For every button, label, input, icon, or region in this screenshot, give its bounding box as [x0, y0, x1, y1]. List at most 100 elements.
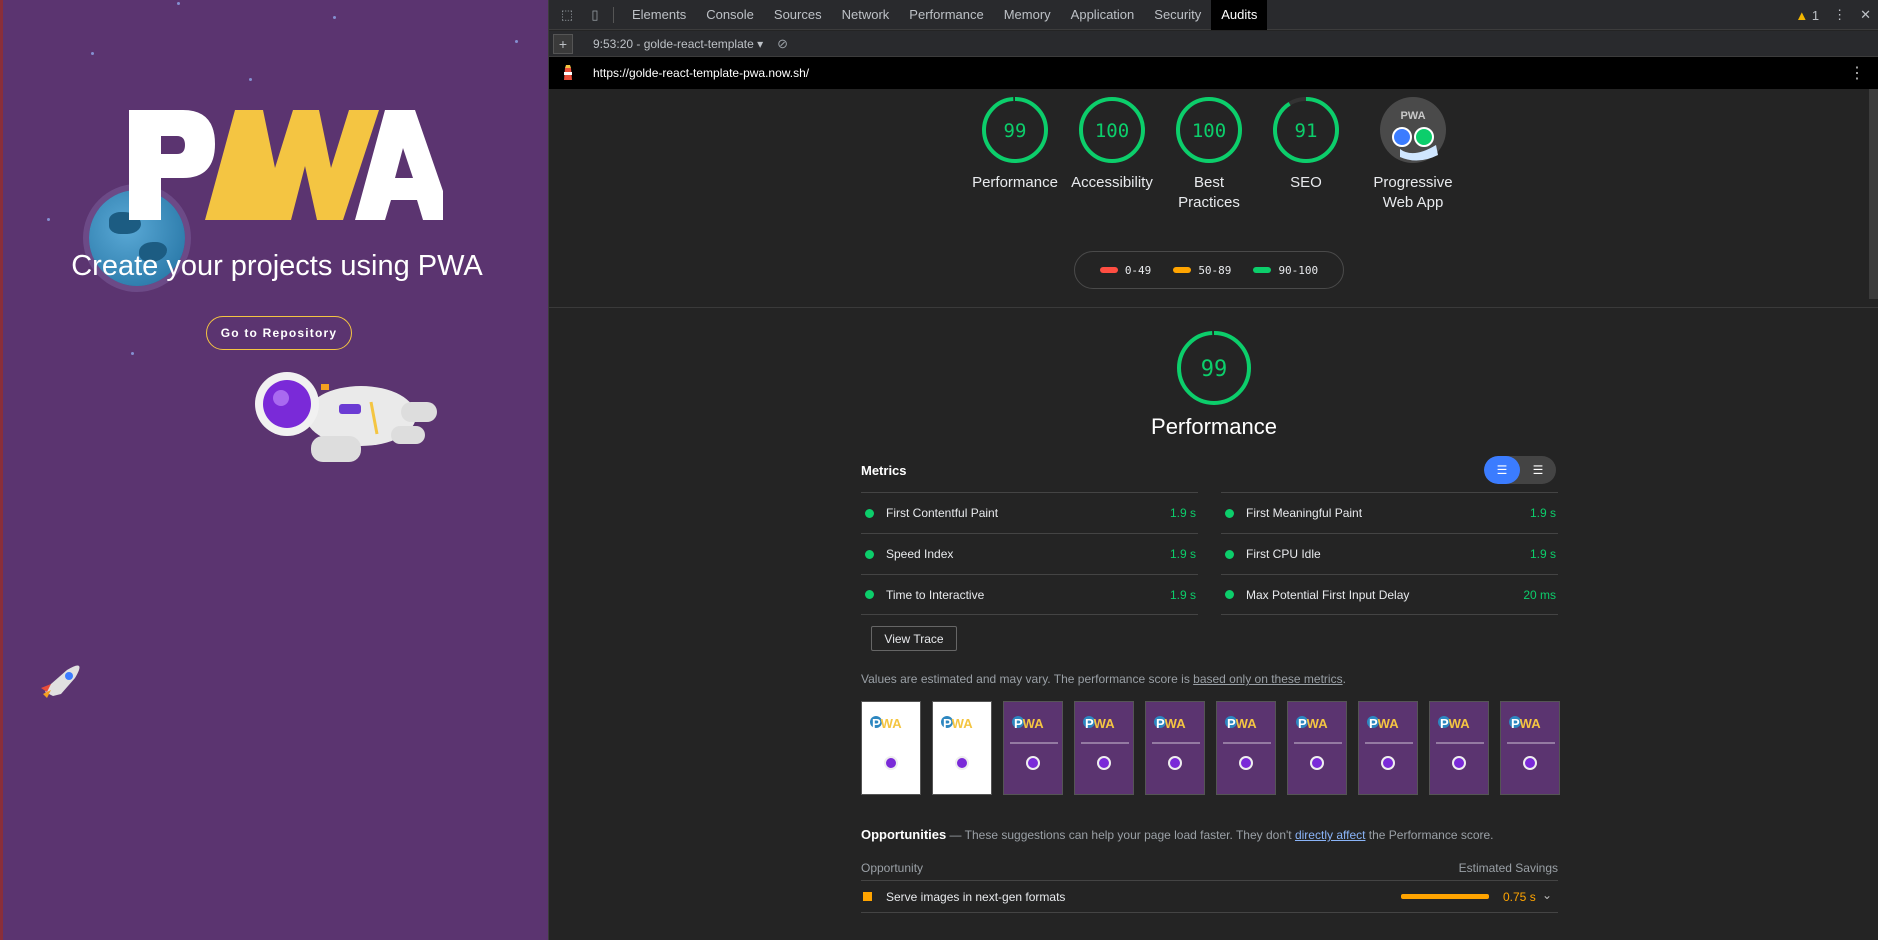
legend-label: 90-100 — [1278, 263, 1319, 277]
pass-dot-icon — [1225, 549, 1234, 559]
pass-dot-icon — [1225, 508, 1234, 518]
metric-value: 1.9 s — [1169, 506, 1196, 520]
tabbar-right: ▲ 1 ⋮ ✕ — [1795, 0, 1871, 30]
warnings-indicator[interactable]: ▲ 1 — [1795, 8, 1819, 23]
star — [91, 52, 94, 55]
audits-toolbar: + 9:53:20 - golde-react-template ▾ ⊘ — [549, 31, 1878, 57]
directly-affect-link[interactable]: directly affect — [1295, 828, 1365, 842]
metric-value: 1.9 s — [1169, 547, 1196, 561]
frame-logo: PWA — [1440, 716, 1470, 731]
metrics-link[interactable]: based only on these metrics — [1193, 672, 1342, 686]
report-menu-icon[interactable]: ⋮ — [1849, 63, 1865, 83]
metric-row: Max Potential First Input Delay 20 ms — [1221, 574, 1558, 615]
tab-audits[interactable]: Audits — [1211, 0, 1268, 30]
astronaut-illustration — [255, 372, 437, 462]
filmstrip-frame: PWA — [1358, 701, 1418, 795]
device-toolbar-icon[interactable]: ▯ — [585, 5, 605, 25]
frame-logo: PWA — [1014, 716, 1044, 731]
filmstrip-frame: PWA — [861, 701, 921, 795]
frame-tagline-line — [1081, 742, 1129, 744]
tab-console[interactable]: Console — [696, 0, 764, 30]
kebab-menu-icon[interactable]: ⋮ — [1833, 7, 1846, 23]
frame-astronaut — [1239, 756, 1253, 770]
opportunity-row[interactable]: Serve images in next-gen formats 0.75 s … — [861, 881, 1558, 913]
section-divider — [549, 307, 1878, 308]
compact-view-icon[interactable]: ☰ — [1484, 456, 1520, 484]
gauge-ring: 99 — [982, 97, 1048, 163]
gauge-ring: 99 — [1177, 331, 1251, 405]
gauge-label: Accessibility — [1071, 174, 1153, 191]
metric-value: 1.9 s — [1529, 506, 1556, 520]
warning-icon: ▲ — [1795, 7, 1809, 23]
audited-url[interactable]: https://golde-react-template-pwa.now.sh/ — [593, 66, 809, 80]
frame-tagline-line — [1365, 742, 1413, 744]
go-to-repository-button[interactable]: Go to Repository — [206, 316, 352, 350]
metrics-view-toggle[interactable]: ☰ ☰ — [1484, 456, 1556, 484]
frame-astronaut — [1168, 756, 1182, 770]
close-icon[interactable]: ✕ — [1860, 7, 1871, 23]
filmstrip-frame: PWA — [932, 701, 992, 795]
frame-logo: PWA — [1298, 716, 1328, 731]
inspect-element-icon[interactable]: ⬚ — [557, 5, 577, 25]
screen: Create your projects using PWA Go to Rep… — [0, 0, 1878, 940]
report-select[interactable]: 9:53:20 - golde-react-template ▾ — [593, 37, 763, 51]
gauge-ring: 91 — [1273, 97, 1339, 163]
gauge-performance[interactable]: 99 Performance — [970, 95, 1060, 193]
toolbar-divider — [613, 6, 614, 23]
gauge-value: 100 — [1192, 120, 1226, 142]
new-audit-button[interactable]: + — [553, 33, 573, 54]
tab-application[interactable]: Application — [1061, 0, 1145, 30]
tab-security[interactable]: Security — [1144, 0, 1211, 30]
metric-value: 20 ms — [1523, 587, 1556, 602]
pwa-badge-icon: PWA — [1380, 97, 1446, 163]
clear-icon[interactable]: ⊘ — [777, 36, 788, 52]
tab-sources[interactable]: Sources — [764, 0, 832, 30]
lighthouse-icon — [564, 65, 572, 80]
gauge-ring: 100 — [1079, 97, 1145, 163]
opportunities-header: Opportunities — These suggestions can he… — [861, 827, 1494, 842]
legend-swatch — [1099, 267, 1118, 273]
metrics-title: Metrics — [861, 463, 907, 478]
gauge-value: 91 — [1295, 120, 1318, 142]
pass-dot-icon — [865, 508, 874, 518]
chevron-down-icon[interactable]: ⌄ — [1542, 888, 1552, 902]
gauge-best-practices[interactable]: 100 Best Practices — [1164, 95, 1254, 213]
pass-dot-icon — [865, 549, 874, 559]
frame-tagline-line — [1223, 742, 1271, 744]
report-select-value: 9:53:20 - golde-react-template — [593, 36, 754, 51]
frame-astronaut — [955, 756, 969, 770]
expanded-view-icon[interactable]: ☰ — [1520, 456, 1556, 484]
gauge-accessibility[interactable]: 100 Accessibility — [1067, 95, 1157, 193]
filmstrip-frame: PWA — [1500, 701, 1560, 795]
scrollbar[interactable] — [1869, 89, 1878, 299]
frame-astronaut — [1381, 756, 1395, 770]
filmstrip-frame: PWA — [1429, 701, 1489, 795]
metric-name: Max Potential First Input Delay — [1246, 587, 1410, 602]
gauge-value: 99 — [1004, 120, 1027, 142]
tab-memory[interactable]: Memory — [994, 0, 1061, 30]
gauge-label: Best Practices — [1178, 174, 1240, 211]
legend-swatch — [1253, 267, 1272, 273]
pass-dot-icon — [1225, 590, 1234, 599]
performance-title: Performance — [1151, 414, 1277, 439]
metric-row: First CPU Idle 1.9 s — [1221, 533, 1558, 574]
tab-performance[interactable]: Performance — [899, 0, 993, 30]
star — [333, 16, 336, 19]
metric-value: 1.9 s — [1169, 587, 1196, 602]
legend-average: 50-89 — [1173, 264, 1231, 277]
frame-astronaut — [884, 756, 898, 770]
gauge-pwa[interactable]: PWA Progressive Web App — [1358, 95, 1468, 213]
pwa-badge-text: PWA — [1400, 110, 1425, 122]
gauge-value: 99 — [1201, 357, 1228, 382]
tab-elements[interactable]: Elements — [622, 0, 696, 30]
view-trace-button[interactable]: View Trace — [871, 626, 957, 651]
frame-tagline-line — [1436, 742, 1484, 744]
gauge-seo[interactable]: 91 SEO — [1261, 95, 1351, 193]
metric-name: Time to Interactive — [886, 587, 985, 602]
average-square-icon — [863, 892, 872, 901]
metric-name: First CPU Idle — [1246, 547, 1321, 561]
gauge-label: Progressive Web App — [1373, 174, 1453, 211]
dropdown-arrow-icon: ▾ — [757, 36, 764, 51]
tab-network[interactable]: Network — [832, 0, 900, 30]
gauge-ring: 100 — [1176, 97, 1242, 163]
